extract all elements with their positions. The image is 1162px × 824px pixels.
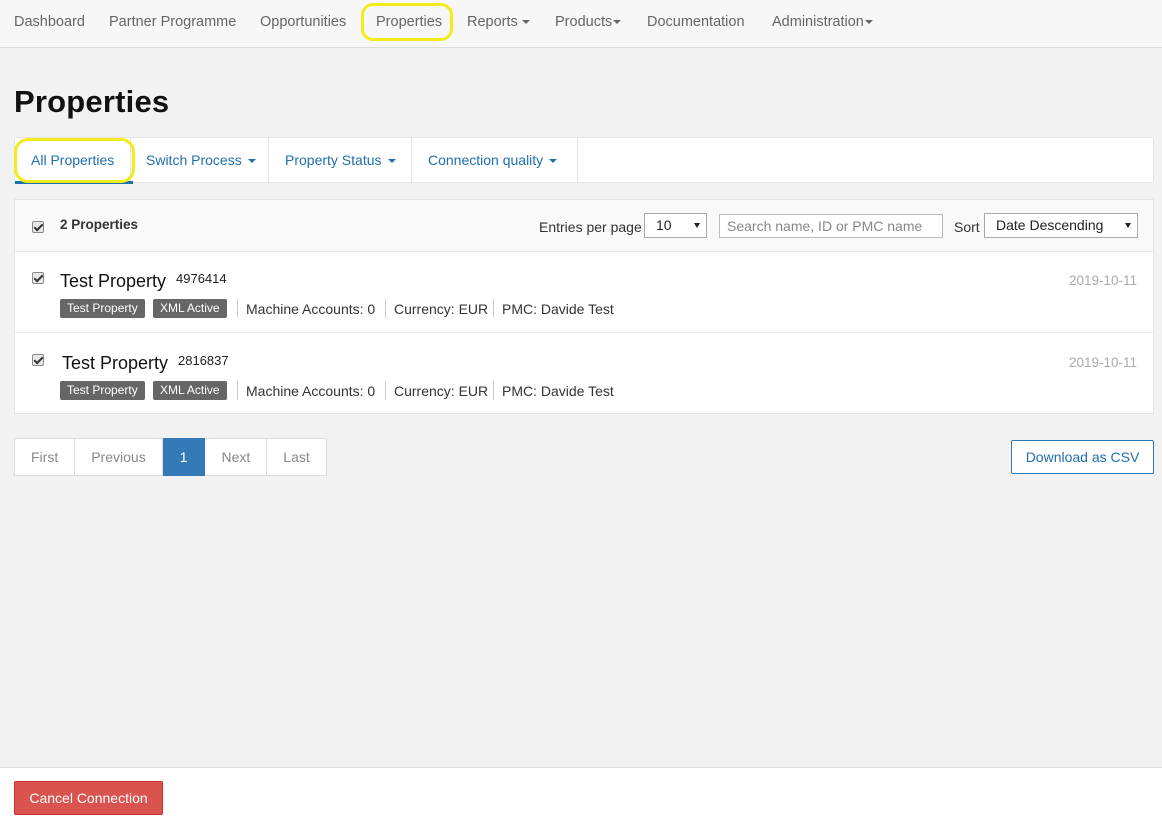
divider [385, 381, 386, 400]
search-input[interactable] [719, 214, 943, 238]
sort-label: Sort [954, 219, 980, 235]
active-tab-indicator [15, 181, 133, 184]
pagination: First Previous 1 Next Last [14, 438, 327, 476]
footer-bar: Cancel Connection [0, 767, 1162, 824]
type-badge: Test Property [60, 381, 145, 400]
tab-all-properties-label: All Properties [31, 152, 115, 168]
select-all-checkbox[interactable] [32, 221, 44, 233]
properties-count: 2 Properties [60, 217, 139, 232]
nav-reports-label: Reports [467, 14, 518, 30]
properties-list: 2 Properties Entries per page 10 Sort Da… [14, 199, 1154, 414]
list-item[interactable]: Test Property 4976414 2019-10-11 Test Pr… [15, 252, 1153, 333]
chevron-down-icon [1125, 223, 1131, 228]
page-previous-button[interactable]: Previous [75, 439, 163, 475]
sort-select[interactable]: Date Descending [984, 213, 1138, 238]
currency: Currency: EUR [394, 383, 489, 399]
divider [237, 299, 238, 318]
divider [385, 299, 386, 318]
tab-property-status[interactable]: Property Status [269, 138, 412, 182]
nav-partner-programme[interactable]: Partner Programme [109, 0, 236, 44]
download-csv-button[interactable]: Download as CSV [1011, 440, 1154, 474]
machine-accounts: Machine Accounts: 0 [246, 301, 376, 317]
nav-administration-label: Administration [772, 14, 864, 30]
row-checkbox[interactable] [32, 354, 44, 366]
nav-documentation[interactable]: Documentation [647, 0, 745, 44]
top-nav: Dashboard Partner Programme Opportunitie… [0, 0, 1162, 48]
tab-all-properties[interactable]: All Properties [15, 138, 133, 184]
property-id: 2816837 [178, 353, 229, 368]
nav-products[interactable]: Products [555, 0, 622, 44]
divider [493, 381, 494, 400]
nav-opportunities[interactable]: Opportunities [260, 0, 346, 44]
nav-administration[interactable]: Administration [772, 0, 873, 44]
chevron-down-icon [521, 20, 530, 25]
row-checkbox[interactable] [32, 272, 44, 284]
chevron-down-icon [549, 159, 558, 164]
nav-products-label: Products [555, 14, 613, 30]
chevron-down-icon [864, 20, 873, 25]
page-current-button[interactable]: 1 [162, 438, 206, 476]
page-last-button[interactable]: Last [267, 439, 326, 475]
tab-switch-process-label: Switch Process [146, 152, 242, 168]
machine-accounts: Machine Accounts: 0 [246, 383, 376, 399]
currency: Currency: EUR [394, 301, 489, 317]
entries-per-page-value: 10 [656, 217, 672, 233]
chevron-down-icon [613, 20, 622, 25]
nav-dashboard[interactable]: Dashboard [14, 0, 85, 44]
property-id: 4976414 [176, 271, 227, 286]
entries-per-page-label: Entries per page [539, 219, 642, 235]
sort-value: Date Descending [996, 217, 1104, 233]
list-item[interactable]: Test Property 2816837 2019-10-11 Test Pr… [15, 332, 1153, 413]
tab-property-status-label: Property Status [285, 152, 382, 168]
chevron-down-icon [247, 159, 256, 164]
pmc: PMC: Davide Test [502, 301, 614, 317]
property-date: 2019-10-11 [1068, 355, 1137, 370]
chevron-down-icon [387, 159, 396, 164]
page-next-button[interactable]: Next [205, 439, 268, 475]
page-first-button[interactable]: First [15, 439, 76, 475]
page-title: Properties [14, 84, 170, 119]
status-badge: XML Active [153, 381, 227, 400]
divider [237, 381, 238, 400]
tab-connection-quality[interactable]: Connection quality [412, 138, 578, 182]
property-date: 2019-10-11 [1068, 273, 1137, 288]
property-name[interactable]: Test Property [60, 271, 166, 292]
nav-reports[interactable]: Reports [467, 0, 530, 44]
type-badge: Test Property [60, 299, 145, 318]
divider [493, 299, 494, 318]
tab-bar: All Properties Switch Process Property S… [14, 137, 1154, 184]
status-badge: XML Active [153, 299, 227, 318]
list-header: 2 Properties Entries per page 10 Sort Da… [15, 200, 1153, 252]
pmc: PMC: Davide Test [502, 383, 614, 399]
nav-properties[interactable]: Properties [376, 0, 442, 44]
chevron-down-icon [694, 223, 700, 228]
entries-per-page-select[interactable]: 10 [644, 213, 707, 238]
tab-connection-quality-label: Connection quality [428, 152, 544, 168]
tab-switch-process[interactable]: Switch Process [130, 138, 269, 182]
property-name[interactable]: Test Property [62, 353, 168, 374]
cancel-connection-button[interactable]: Cancel Connection [14, 781, 163, 815]
